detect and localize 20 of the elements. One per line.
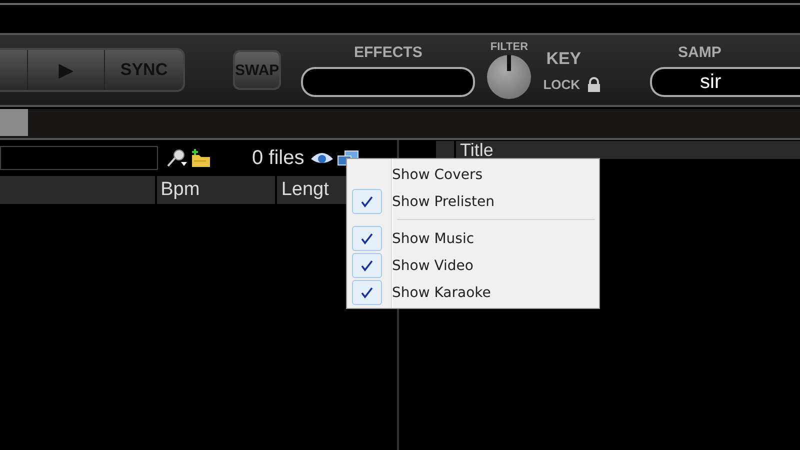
- column-header[interactable]: Bpm: [156, 176, 276, 204]
- sampler-field[interactable]: sir: [650, 66, 800, 96]
- search-field[interactable]: [0, 146, 158, 170]
- lock-label[interactable]: LOCK: [543, 76, 580, 92]
- menu-item[interactable]: Show Music: [349, 225, 597, 252]
- key-label: KEY: [546, 48, 582, 68]
- file-count: 0 files: [252, 146, 304, 170]
- filter-label: FILTER: [490, 41, 528, 53]
- add-folder-icon[interactable]: [190, 148, 212, 168]
- lock-icon[interactable]: [586, 76, 602, 92]
- search-icon[interactable]: [166, 148, 188, 168]
- effects-field[interactable]: [301, 66, 476, 96]
- effects-label: EFFECTS: [354, 44, 422, 60]
- filter-knob[interactable]: [487, 55, 532, 99]
- sampler-label: SAMP: [678, 44, 722, 60]
- column-header[interactable]: Title: [456, 141, 800, 159]
- menu-item[interactable]: Show Karaoke: [349, 279, 597, 306]
- column-header[interactable]: [436, 141, 454, 159]
- eye-icon[interactable]: [310, 150, 334, 166]
- menu-item[interactable]: Show Video: [349, 252, 597, 279]
